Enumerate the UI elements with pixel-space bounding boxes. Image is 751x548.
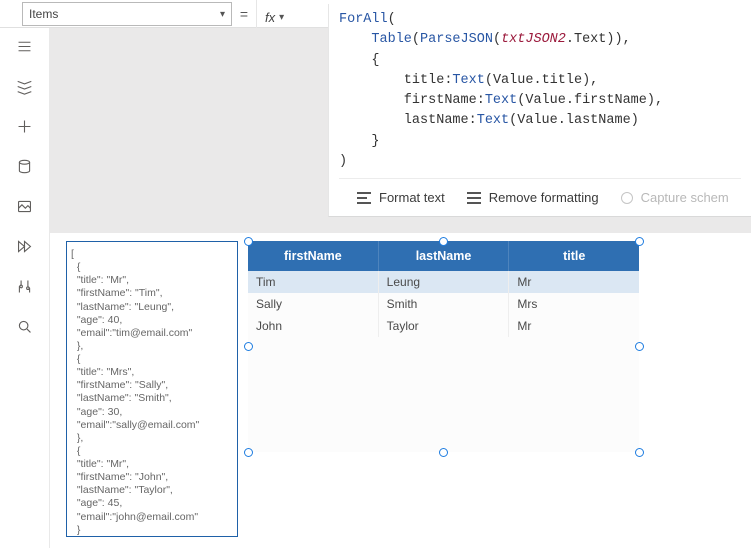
resize-handle-e[interactable] — [635, 342, 644, 351]
data-table-body: TimLeungMrSallySmithMrsJohnTaylorMr — [248, 271, 639, 337]
table-cell: Mr — [509, 271, 639, 293]
table-cell: Taylor — [379, 315, 510, 337]
circle-icon — [621, 192, 633, 204]
table-cell: Smith — [379, 293, 510, 315]
chevron-down-icon: ▾ — [279, 12, 284, 23]
table-cell: Mr — [509, 315, 639, 337]
resize-handle-sw[interactable] — [244, 448, 253, 457]
insert-icon[interactable] — [15, 116, 35, 136]
property-dropdown-value: Items — [29, 7, 58, 21]
table-cell: Sally — [248, 293, 379, 315]
table-cell: John — [248, 315, 379, 337]
table-row[interactable]: SallySmithMrs — [248, 293, 639, 315]
fx-button[interactable]: fx ▾ — [256, 0, 292, 28]
data-table[interactable]: firstName lastName title TimLeungMrSally… — [248, 241, 639, 452]
capture-schema-label: Capture schem — [641, 190, 729, 205]
table-cell: Mrs — [509, 293, 639, 315]
resize-handle-w[interactable] — [244, 342, 253, 351]
table-row[interactable]: JohnTaylorMr — [248, 315, 639, 337]
power-automate-icon[interactable] — [15, 236, 35, 256]
table-cell: Tim — [248, 271, 379, 293]
left-rail — [0, 28, 50, 548]
remove-formatting-label: Remove formatting — [489, 190, 599, 205]
media-icon[interactable] — [15, 196, 35, 216]
chevron-down-icon: ▾ — [220, 9, 225, 20]
tools-icon[interactable] — [15, 276, 35, 296]
resize-handle-ne[interactable] — [635, 237, 644, 246]
remove-formatting-icon — [467, 192, 481, 203]
property-dropdown[interactable]: Items ▾ — [22, 2, 232, 26]
table-cell: Leung — [379, 271, 510, 293]
resize-handle-n[interactable] — [439, 237, 448, 246]
column-header[interactable]: firstName — [248, 241, 379, 271]
resize-handle-s[interactable] — [439, 448, 448, 457]
formula-toolbar: Format text Remove formatting Capture sc… — [339, 178, 741, 216]
tree-view-icon[interactable] — [15, 76, 35, 96]
resize-handle-se[interactable] — [635, 448, 644, 457]
format-text-button[interactable]: Format text — [357, 190, 445, 205]
format-text-icon — [357, 192, 371, 203]
formula-code[interactable]: ForAll( Table(ParseJSON(txtJSON2.Text)),… — [339, 10, 741, 172]
column-header[interactable]: title — [509, 241, 639, 271]
data-icon[interactable] — [15, 156, 35, 176]
txtjson2-input[interactable]: [ { "title": "Mr", "firstName": "Tim", "… — [66, 241, 238, 537]
resize-handle-nw[interactable] — [244, 237, 253, 246]
formula-editor[interactable]: ForAll( Table(ParseJSON(txtJSON2.Text)),… — [328, 4, 751, 217]
capture-schema-button[interactable]: Capture schem — [621, 190, 729, 205]
fx-label: fx — [265, 10, 275, 25]
format-text-label: Format text — [379, 190, 445, 205]
hamburger-icon[interactable] — [15, 36, 35, 56]
search-icon[interactable] — [15, 316, 35, 336]
table-row[interactable]: TimLeungMr — [248, 271, 639, 293]
equals-label: = — [232, 0, 256, 22]
remove-formatting-button[interactable]: Remove formatting — [467, 190, 599, 205]
